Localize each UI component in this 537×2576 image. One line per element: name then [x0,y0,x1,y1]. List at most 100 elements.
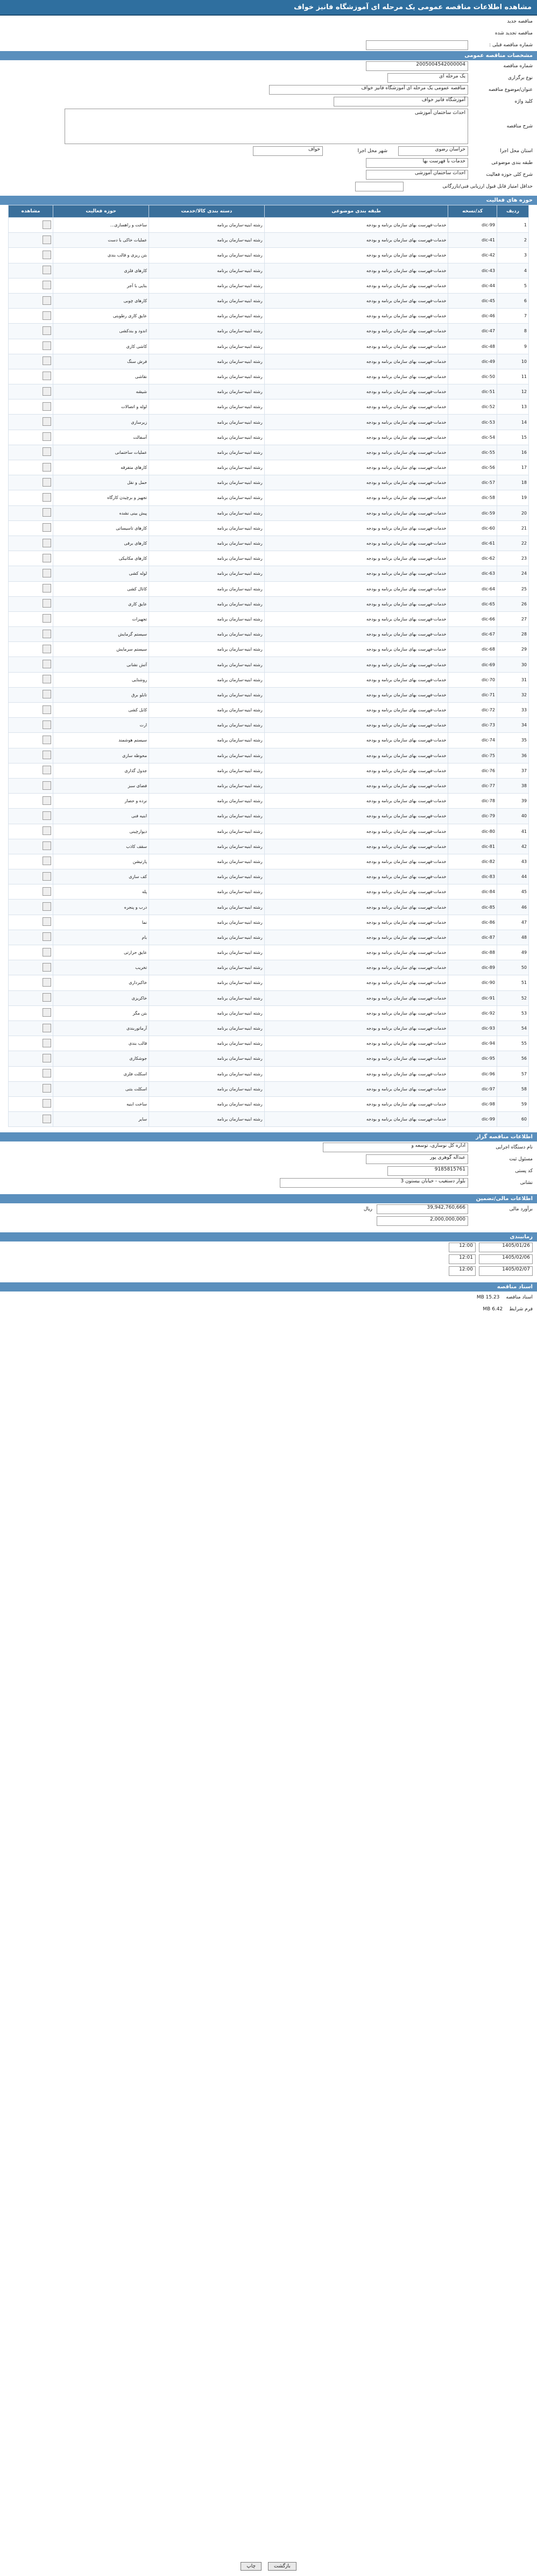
view-icon[interactable] [43,508,52,517]
table-cell: 32 [496,687,529,703]
table-cell: 53 [496,1005,529,1021]
view-cell [8,368,54,385]
view-icon[interactable] [43,372,52,381]
view-icon[interactable] [43,751,52,760]
view-icon[interactable] [43,584,52,593]
view-icon[interactable] [43,766,52,775]
table-cell: خدمات-فهرست بهای سازمان برنامه و بودجه [264,611,449,627]
table-cell: رشته ابنیه-سازمان برنامه [149,747,265,763]
view-icon[interactable] [43,932,52,941]
table-cell: رشته ابنیه-سازمان برنامه [149,444,265,461]
table-cell: فرش سنگ [53,353,150,369]
view-cell [8,823,54,839]
view-icon[interactable] [43,1023,52,1032]
table-cell: رشته ابنیه-سازمان برنامه [149,338,265,354]
view-cell [8,581,54,597]
table-cell: dic-53 [448,414,497,430]
table-cell: dic-94 [448,1036,497,1052]
table-cell: خدمات-فهرست بهای سازمان برنامه و بودجه [264,444,449,461]
table-cell: 20 [496,505,529,521]
view-icon[interactable] [43,447,52,456]
view-icon[interactable] [43,1084,52,1093]
view-icon[interactable] [43,235,52,244]
view-icon[interactable] [43,220,52,229]
view-icon[interactable] [43,872,52,881]
view-icon[interactable] [43,538,52,547]
view-icon[interactable] [43,962,52,972]
view-icon[interactable] [43,1114,52,1123]
view-icon[interactable] [43,857,52,866]
view-icon[interactable] [43,417,52,426]
view-icon[interactable] [43,432,52,441]
table-row: 43 dic-82 خدمات-فهرست بهای سازمان برنامه و… [8,853,529,870]
view-icon[interactable] [43,1038,52,1047]
print-button[interactable]: چاپ [241,2562,262,2571]
class-value: خدمات با فهرست بها [366,158,468,168]
view-icon[interactable] [43,402,52,411]
table-cell: dic-58 [448,490,497,506]
view-icon[interactable] [43,493,52,502]
view-icon[interactable] [43,462,52,472]
view-icon[interactable] [43,993,52,1002]
view-icon[interactable] [43,1069,52,1078]
table-cell: خدمات-فهرست بهای سازمان برنامه و بودجه [264,777,449,794]
view-icon[interactable] [43,660,52,669]
view-icon[interactable] [43,781,52,790]
view-icon[interactable] [43,826,52,836]
view-icon[interactable] [43,266,52,275]
table-cell: خدمات-فهرست بهای سازمان برنامه و بودجه [264,702,449,718]
view-icon[interactable] [43,568,52,577]
table-cell: کف سازی [53,869,150,885]
return-button[interactable]: بازگشت [268,2562,296,2571]
view-icon[interactable] [43,311,52,320]
view-icon[interactable] [43,326,52,335]
prev-tender-select[interactable] [366,40,468,50]
view-icon[interactable] [43,675,52,684]
table-cell: رشته ابنیه-سازمان برنامه [149,308,265,324]
view-icon[interactable] [43,250,52,259]
view-icon[interactable] [43,887,52,896]
table-cell: dic-42 [448,247,497,263]
view-icon[interactable] [43,841,52,851]
view-icon[interactable] [43,629,52,638]
view-icon[interactable] [43,796,52,805]
view-icon[interactable] [43,811,52,820]
table-cell: سایر [53,1111,150,1128]
view-cell [8,762,54,779]
view-icon[interactable] [43,477,52,487]
view-icon[interactable] [43,614,52,623]
view-icon[interactable] [43,281,52,290]
table-cell: dic-85 [448,899,497,915]
table-cell: خدمات-فهرست بهای سازمان برنامه و بودجه [264,899,449,915]
file1-name[interactable]: اسناد مناقصه [506,1295,533,1300]
view-icon[interactable] [43,644,52,653]
view-icon[interactable] [43,1053,52,1062]
view-icon[interactable] [43,341,52,351]
view-icon[interactable] [43,553,52,562]
view-icon[interactable] [43,1008,52,1017]
view-icon[interactable] [43,690,52,699]
table-cell: عایق کاری [53,596,150,612]
table-cell: شیشه [53,384,150,400]
view-icon[interactable] [43,356,52,366]
view-icon[interactable] [43,599,52,608]
view-icon[interactable] [43,947,52,957]
view-icon[interactable] [43,523,52,532]
view-icon[interactable] [43,1099,52,1108]
view-icon[interactable] [43,387,52,396]
view-icon[interactable] [43,917,52,926]
view-icon[interactable] [43,735,52,744]
view-icon[interactable] [43,720,52,729]
table-cell: رشته ابنیه-سازمان برنامه [149,217,265,233]
table-cell: خدمات-فهرست بهای سازمان برنامه و بودجه [264,535,449,552]
org-value: اداره کل نوسازی، توسعه و [323,1143,468,1153]
table-cell: رشته ابنیه-سازمان برنامه [149,535,265,552]
table-cell: خدمات-فهرست بهای سازمان برنامه و بودجه [264,914,449,930]
file2-name[interactable]: فرم شرایط [509,1307,533,1312]
table-cell: dic-88 [448,944,497,961]
table-row: 53 dic-92 خدمات-فهرست بهای سازمان برنامه و… [8,1005,529,1021]
view-icon[interactable] [43,902,52,911]
view-icon[interactable] [43,977,52,987]
view-icon[interactable] [43,705,52,714]
view-icon[interactable] [43,296,52,305]
